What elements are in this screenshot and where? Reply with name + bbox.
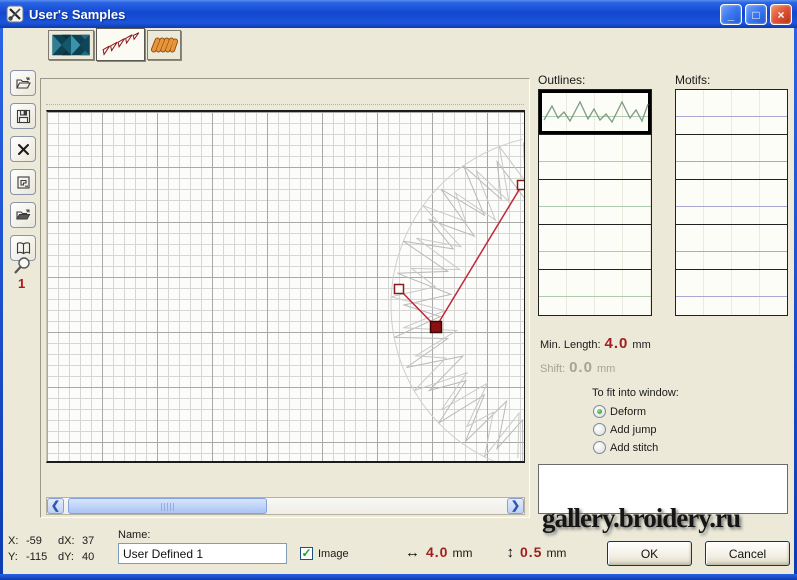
radio-deform[interactable]: Deform <box>593 405 646 418</box>
motif-item[interactable] <box>676 225 787 270</box>
width-value: 4.0 <box>426 544 448 560</box>
motif-item[interactable] <box>676 90 787 135</box>
image-checkbox-row[interactable]: ✓ Image <box>300 547 349 560</box>
motifs-label: Motifs: <box>675 73 710 87</box>
maximize-button[interactable]: □ <box>745 4 767 25</box>
shift-row: Shift: 0.0 mm <box>540 359 615 376</box>
sample-canvas-panel: ❮ ❯ <box>40 78 530 518</box>
minimize-button[interactable]: _ <box>720 4 742 25</box>
scroll-left-arrow[interactable]: ❮ <box>47 498 64 514</box>
radio-add-jump[interactable]: Add jump <box>593 423 656 436</box>
min-length-row: Min. Length: 4.0 mm <box>540 335 651 352</box>
import-folder-icon <box>15 207 32 224</box>
x-value: -59 <box>26 535 58 547</box>
outlines-list <box>538 89 652 316</box>
stitch-handle[interactable] <box>395 285 404 294</box>
sample-type-satin-button[interactable] <box>48 30 94 60</box>
fit-into-window-label: To fit into window: <box>592 387 679 399</box>
close-button[interactable]: × <box>770 4 792 25</box>
import-sample-button[interactable] <box>10 202 36 228</box>
canvas-overlay <box>47 112 525 461</box>
image-checkbox[interactable]: ✓ <box>300 547 313 560</box>
app-icon <box>6 5 24 23</box>
stitch-handle-selected[interactable] <box>431 322 442 333</box>
dx-label: dX: <box>58 535 82 547</box>
shift-value: 0.0 <box>569 359 593 376</box>
outlines-label: Outlines: <box>538 73 585 87</box>
min-length-value: 4.0 <box>605 335 629 352</box>
outline-item-selected[interactable] <box>539 90 651 135</box>
motif-item[interactable] <box>676 270 787 315</box>
shift-unit: mm <box>597 363 615 375</box>
frame-sample-button[interactable] <box>10 169 36 195</box>
min-length-label: Min. Length: <box>540 339 601 351</box>
window-title: User's Samples <box>29 7 125 22</box>
floppy-disk-icon <box>15 108 32 125</box>
radio-add-stitch-control[interactable] <box>593 441 606 454</box>
zigzag-outline-preview <box>542 93 650 132</box>
open-folder-icon <box>15 75 32 92</box>
min-length-unit: mm <box>632 339 650 351</box>
radio-add-jump-label: Add jump <box>610 424 656 436</box>
zoom-tool-icon[interactable] <box>12 255 34 277</box>
cursor-coordinates: X: -59 dX: 37 Y: -115 dY: 40 <box>8 533 114 565</box>
sample-dimensions: ↔ 4.0 mm ↕ 0.5 mm <box>405 544 566 561</box>
satin-pattern-icon <box>49 31 93 59</box>
x-label: X: <box>8 535 26 547</box>
zoom-level-value: 1 <box>18 276 25 291</box>
radio-deform-label: Deform <box>610 406 646 418</box>
book-icon <box>15 240 32 257</box>
titlebar[interactable]: User's Samples _ □ × <box>0 0 797 28</box>
height-value: 0.5 <box>520 544 542 560</box>
sample-grid-canvas[interactable] <box>46 110 525 463</box>
y-label: Y: <box>8 551 26 563</box>
motif-item[interactable] <box>676 135 787 180</box>
scroll-thumb[interactable] <box>68 498 267 514</box>
dx-value: 37 <box>82 535 114 547</box>
radio-deform-control[interactable] <box>593 405 606 418</box>
canvas-separator <box>46 104 524 105</box>
watermark-text: gallery.broidery.ru <box>542 503 797 534</box>
outline-item[interactable] <box>539 135 651 180</box>
sample-type-outline-button[interactable] <box>96 28 145 61</box>
outline-item[interactable] <box>539 270 651 315</box>
window-border-left <box>0 28 3 580</box>
dy-label: dY: <box>58 551 82 563</box>
cancel-button[interactable]: Cancel <box>705 541 790 566</box>
name-input[interactable] <box>118 543 287 564</box>
stitch-handle[interactable] <box>518 181 526 190</box>
image-checkbox-label: Image <box>318 548 349 560</box>
ok-button[interactable]: OK <box>607 541 692 566</box>
rope-pattern-icon <box>148 31 180 59</box>
save-sample-button[interactable] <box>10 103 36 129</box>
sample-type-rope-button[interactable] <box>147 30 181 60</box>
delete-sample-button[interactable] <box>10 136 36 162</box>
height-unit: mm <box>546 546 566 560</box>
open-sample-button[interactable] <box>10 70 36 96</box>
shift-label: Shift: <box>540 363 565 375</box>
radio-add-stitch[interactable]: Add stitch <box>593 441 658 454</box>
radio-add-stitch-label: Add stitch <box>610 442 658 454</box>
height-arrow-icon: ↕ <box>506 544 514 561</box>
window-border-bottom <box>0 574 797 580</box>
outline-item[interactable] <box>539 180 651 225</box>
radio-add-jump-control[interactable] <box>593 423 606 436</box>
name-label: Name: <box>118 529 150 541</box>
motifs-list <box>675 89 788 316</box>
y-value: -115 <box>26 551 58 563</box>
frame-icon <box>15 174 32 191</box>
motif-item[interactable] <box>676 180 787 225</box>
delete-x-icon <box>15 141 32 158</box>
users-samples-dialog: User's Samples _ □ × <box>0 0 797 580</box>
dy-value: 40 <box>82 551 114 563</box>
outline-item[interactable] <box>539 225 651 270</box>
scroll-right-arrow[interactable]: ❯ <box>507 498 524 514</box>
width-arrow-icon: ↔ <box>405 544 420 561</box>
width-unit: mm <box>452 546 472 560</box>
canvas-horizontal-scrollbar[interactable]: ❮ ❯ <box>46 497 525 515</box>
arrow-outline-pattern-icon <box>97 29 144 60</box>
